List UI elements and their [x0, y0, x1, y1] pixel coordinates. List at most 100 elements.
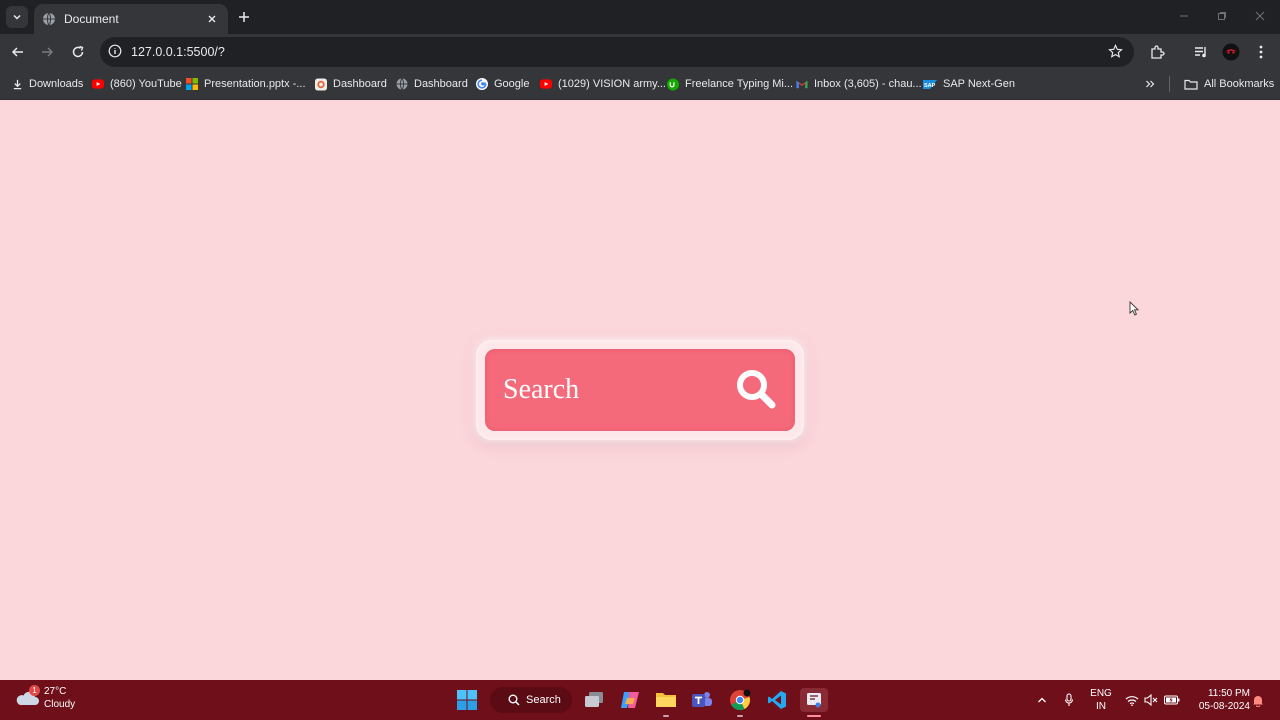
address-bar[interactable]: 127.0.0.1:5500/?	[100, 37, 1134, 67]
bookmark-star-icon[interactable]	[1108, 44, 1124, 60]
close-window-button[interactable]	[1248, 6, 1272, 26]
task-view-button[interactable]	[582, 688, 606, 712]
chrome-menu-button[interactable]	[1252, 43, 1270, 61]
arrow-right-icon	[42, 47, 54, 57]
snipping-tool-icon	[807, 693, 821, 708]
battery-button[interactable]	[1164, 692, 1180, 708]
battery-charging-icon	[1164, 695, 1180, 705]
profile-avatar[interactable]	[1222, 43, 1240, 61]
wifi-icon	[1125, 695, 1139, 706]
minimize-button[interactable]	[1172, 6, 1196, 26]
vscode-app[interactable]	[765, 688, 789, 712]
bookmark-downloads[interactable]: Downloads	[11, 70, 83, 98]
reload-button[interactable]	[67, 41, 89, 63]
google-icon	[476, 78, 488, 90]
tab-title: Document	[64, 12, 119, 26]
clock-time: 11:50 PM	[1207, 688, 1250, 699]
globe-icon	[42, 12, 56, 26]
site-info-icon[interactable]	[108, 44, 124, 60]
bookmark-label: Inbox (3,605) - chau...	[814, 78, 922, 90]
restore-button[interactable]	[1210, 6, 1234, 26]
more-bookmarks-button[interactable]	[1145, 70, 1155, 98]
volume-button[interactable]	[1143, 692, 1159, 708]
plus-icon	[239, 12, 249, 22]
bookmark-youtube[interactable]: (860) YouTube	[92, 70, 182, 98]
file-explorer-app[interactable]	[654, 688, 678, 717]
bookmark-presentation[interactable]: Presentation.pptx -...	[186, 70, 306, 98]
bookmark-dashboard-1[interactable]: Dashboard	[315, 70, 387, 98]
bookmark-label: (860) YouTube	[110, 78, 182, 90]
bookmark-sap[interactable]: SAP SAP Next-Gen	[923, 70, 1015, 98]
youtube-icon	[92, 78, 104, 90]
running-indicator	[663, 715, 669, 717]
extensions-button[interactable]	[1148, 43, 1166, 61]
bookmark-label: Dashboard	[333, 78, 387, 90]
microphone-icon	[1064, 693, 1074, 706]
back-button[interactable]	[7, 41, 29, 63]
close-tab-button[interactable]	[204, 11, 220, 27]
microsoft-icon	[186, 78, 198, 90]
globe-icon	[396, 78, 408, 90]
wifi-button[interactable]	[1124, 692, 1140, 708]
chrome-icon	[730, 689, 751, 711]
notification-badge: 1	[29, 685, 40, 696]
clock-date: 05-08-2024	[1198, 701, 1250, 712]
weather-widget[interactable]: 1 27°C Cloudy	[14, 685, 75, 711]
volume-muted-icon	[1144, 694, 1158, 706]
restore-icon	[1218, 12, 1226, 20]
url-text: 127.0.0.1:5500/?	[131, 45, 225, 59]
vscode-icon	[768, 691, 786, 709]
search-placeholder: Search	[503, 374, 580, 405]
tab-search-button[interactable]	[6, 6, 28, 28]
notifications-button[interactable]	[1250, 692, 1266, 708]
bookmark-vision-army[interactable]: (1029) VISION army...	[540, 70, 666, 98]
svg-text:SAP: SAP	[924, 82, 936, 88]
chevron-down-icon	[13, 14, 21, 20]
chrome-app[interactable]	[728, 688, 752, 717]
taskbar-search[interactable]: Search	[490, 687, 572, 713]
search-box[interactable]: Search	[485, 349, 795, 431]
search-icon[interactable]	[733, 367, 779, 413]
playlist-icon	[1195, 47, 1206, 58]
dashboard-icon	[315, 78, 327, 90]
snipping-tool-app[interactable]	[800, 688, 828, 717]
microphone-button[interactable]	[1061, 692, 1077, 708]
bookmark-google[interactable]: Google	[476, 70, 529, 98]
folder-icon	[656, 693, 676, 707]
mouse-cursor-icon	[1129, 301, 1139, 316]
cloud-icon: 1	[14, 685, 40, 709]
system-clock[interactable]: 11:50 PM 05-08-2024	[1186, 687, 1250, 713]
more-vertical-icon	[1259, 45, 1263, 59]
search-container: Search	[476, 340, 804, 440]
bookmark-label: Google	[494, 78, 530, 90]
chevron-double-right-icon	[1146, 80, 1155, 88]
bookmark-label: Presentation.pptx -...	[204, 78, 306, 90]
bookmark-inbox[interactable]: Inbox (3,605) - chau...	[796, 70, 922, 98]
bookmark-dashboard-2[interactable]: Dashboard	[396, 70, 468, 98]
arrow-left-icon	[11, 47, 23, 57]
start-button[interactable]	[455, 688, 479, 712]
upwork-icon	[667, 78, 679, 90]
bookmark-label: (1029) VISION army...	[558, 78, 666, 90]
new-tab-button[interactable]	[234, 6, 254, 28]
active-indicator	[807, 715, 821, 717]
copilot-icon	[621, 692, 639, 708]
language-indicator[interactable]: ENG IN	[1090, 687, 1112, 713]
bookmark-freelance[interactable]: Freelance Typing Mi...	[667, 70, 793, 98]
tab-strip: Document	[0, 0, 1280, 34]
teams-app[interactable]	[690, 688, 714, 712]
all-bookmarks-button[interactable]: All Bookmarks	[1184, 70, 1274, 98]
taskbar-search-label: Search	[526, 694, 561, 706]
bookmarks-divider	[1169, 76, 1170, 92]
close-icon	[208, 15, 216, 23]
tab-document[interactable]: Document	[34, 4, 228, 34]
weather-condition: Cloudy	[44, 699, 76, 710]
copilot-app[interactable]	[618, 688, 642, 712]
forward-button[interactable]	[36, 41, 58, 63]
minimize-icon	[1180, 15, 1188, 17]
puzzle-icon	[1151, 45, 1165, 59]
bookmark-label: Downloads	[29, 78, 84, 90]
media-controls-button[interactable]	[1192, 43, 1210, 61]
download-icon	[11, 78, 23, 90]
show-hidden-icons-button[interactable]	[1034, 692, 1050, 708]
